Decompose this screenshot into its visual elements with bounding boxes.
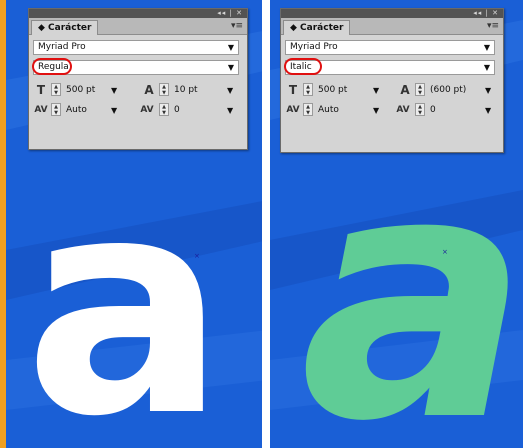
left-screenshot: a × ◂◂ | ✕ ◆ Carácter ▾≡ Myriad Pro ▼ Re… bbox=[0, 0, 262, 448]
leading-value[interactable]: 10 pt bbox=[174, 83, 198, 97]
chevron-down-icon: ▼ bbox=[227, 63, 234, 72]
chevron-down-icon: ▼ bbox=[483, 63, 490, 72]
chevron-down-icon[interactable]: ▼ bbox=[111, 106, 117, 115]
spinner-arrows-icon[interactable]: ▲ ▼ bbox=[159, 103, 169, 116]
panel-titlebar[interactable]: ◂◂ | ✕ bbox=[281, 9, 503, 18]
font-family-dropdown[interactable]: Myriad Pro ▼ bbox=[33, 40, 239, 55]
font-family-dropdown[interactable]: Myriad Pro ▼ bbox=[285, 40, 495, 55]
panel-tab-row: ◆ Carácter ▾≡ bbox=[281, 18, 503, 35]
glyph-a-regular: a bbox=[24, 133, 227, 448]
tracking-value[interactable]: 0 bbox=[174, 103, 180, 117]
anchor-point-marker: × bbox=[442, 248, 448, 256]
font-family-value: Myriad Pro bbox=[290, 42, 338, 52]
font-family-value: Myriad Pro bbox=[38, 42, 86, 52]
font-size-value[interactable]: 500 pt bbox=[66, 83, 95, 97]
character-panel: ◂◂ | ✕ ◆ Carácter ▾≡ Myriad Pro ▼ Regula… bbox=[28, 8, 248, 150]
tab-character[interactable]: ◆ Carácter bbox=[283, 20, 351, 35]
kerning-icon: AV bbox=[286, 105, 300, 115]
tracking-value[interactable]: 0 bbox=[430, 103, 436, 117]
panel-tab-row: ◆ Carácter ▾≡ bbox=[29, 18, 247, 35]
kerning-value[interactable]: Auto bbox=[318, 103, 339, 117]
tab-character[interactable]: ◆ Carácter bbox=[31, 20, 99, 35]
font-style-dropdown[interactable]: Regula ▼ bbox=[32, 58, 239, 75]
font-size-icon: T bbox=[288, 83, 298, 97]
spinner-arrows-icon[interactable]: ▲ ▼ bbox=[415, 83, 425, 96]
spinner-arrows-icon[interactable]: ▲ ▼ bbox=[415, 103, 425, 116]
spinner-arrows-icon[interactable]: ▲ ▼ bbox=[303, 83, 313, 96]
leading-value[interactable]: (600 pt) bbox=[430, 83, 466, 97]
red-highlight-circle bbox=[32, 58, 72, 75]
tracking-icon: AV bbox=[396, 105, 410, 115]
font-size-icon: T bbox=[36, 83, 46, 97]
font-style-dropdown[interactable]: Italic ▼ bbox=[284, 58, 495, 75]
kerning-icon: AV bbox=[34, 105, 48, 115]
right-screenshot: a × ◂◂ | ✕ ◆ Carácter ▾≡ Myriad Pro ▼ It… bbox=[270, 0, 523, 448]
panel-menu-icon[interactable]: ▾≡ bbox=[487, 21, 499, 31]
kerning-tracking-row: AV ▲ ▼ Auto ▼ AV ▲ ▼ 0 ▼ bbox=[285, 102, 499, 118]
red-highlight-circle bbox=[284, 58, 322, 75]
chevron-down-icon[interactable]: ▼ bbox=[111, 86, 117, 95]
kerning-tracking-row: AV ▲ ▼ Auto ▼ AV ▲ ▼ 0 ▼ bbox=[33, 102, 243, 118]
screenshot-divider bbox=[262, 0, 270, 448]
panel-menu-icon[interactable]: ▾≡ bbox=[231, 21, 243, 31]
tracking-icon: AV bbox=[140, 105, 154, 115]
spinner-arrows-icon[interactable]: ▲ ▼ bbox=[303, 103, 313, 116]
anchor-point-marker: × bbox=[194, 252, 200, 260]
glyph-a-italic: a bbox=[300, 100, 523, 448]
chevron-down-icon[interactable]: ▼ bbox=[373, 86, 379, 95]
spinner-arrows-icon[interactable]: ▲ ▼ bbox=[51, 103, 61, 116]
chevron-down-icon[interactable]: ▼ bbox=[373, 106, 379, 115]
chevron-down-icon: ▼ bbox=[483, 43, 490, 52]
spinner-arrows-icon[interactable]: ▲ ▼ bbox=[159, 83, 169, 96]
chevron-down-icon: ▼ bbox=[227, 43, 234, 52]
leading-icon: A bbox=[144, 83, 154, 97]
chevron-down-icon[interactable]: ▼ bbox=[485, 86, 491, 95]
kerning-value[interactable]: Auto bbox=[66, 103, 87, 117]
size-leading-row: T ▲ ▼ 500 pt ▼ A ▲ ▼ 10 pt ▼ bbox=[33, 82, 243, 98]
chevron-down-icon[interactable]: ▼ bbox=[485, 106, 491, 115]
chevron-down-icon[interactable]: ▼ bbox=[227, 86, 233, 95]
panel-titlebar[interactable]: ◂◂ | ✕ bbox=[29, 9, 247, 18]
font-size-value[interactable]: 500 pt bbox=[318, 83, 347, 97]
spinner-arrows-icon[interactable]: ▲ ▼ bbox=[51, 83, 61, 96]
leading-icon: A bbox=[400, 83, 410, 97]
character-panel: ◂◂ | ✕ ◆ Carácter ▾≡ Myriad Pro ▼ Italic… bbox=[280, 8, 504, 153]
chevron-down-icon[interactable]: ▼ bbox=[227, 106, 233, 115]
size-leading-row: T ▲ ▼ 500 pt ▼ A ▲ ▼ (600 pt) ▼ bbox=[285, 82, 499, 98]
